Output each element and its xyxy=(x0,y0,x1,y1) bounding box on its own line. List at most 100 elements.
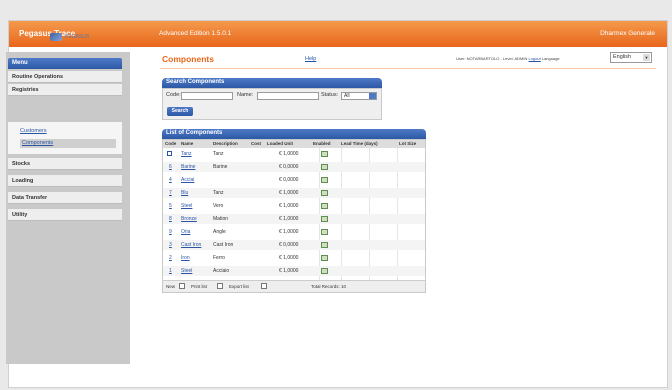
table-row[interactable]: 10 Tanz Tanz € 1,0000 xyxy=(163,149,425,159)
row-name[interactable]: Cast Iron xyxy=(181,242,201,248)
table-row[interactable]: 8 Bronze Mation € 1,0000 xyxy=(163,214,425,224)
new-link[interactable]: New xyxy=(166,284,175,289)
edit-icon[interactable] xyxy=(321,242,328,248)
pegasus-logo-icon xyxy=(50,33,62,41)
export-link[interactable]: Export list xyxy=(229,284,249,289)
sidebar-subitem-components[interactable]: Components xyxy=(20,139,116,148)
chevron-down-icon xyxy=(369,93,376,99)
row-cost: € 0,0000 xyxy=(279,242,299,248)
print-link[interactable]: Print list xyxy=(191,284,207,289)
col-name: Name xyxy=(181,141,194,146)
table-row[interactable]: 6 Barine Barine € 0,0000 xyxy=(163,162,425,172)
row-cost: € 0,0000 xyxy=(279,164,299,170)
col-description: Description xyxy=(213,141,238,146)
user-info: User: NOTARBARTOLO - Level: ADMIN Logout… xyxy=(456,56,560,61)
edit-icon[interactable] xyxy=(321,177,328,183)
search-panel-title: Search Components xyxy=(162,78,382,88)
status-label: Status: xyxy=(321,92,339,98)
company-name: Dharmex Generale xyxy=(600,30,655,37)
edit-icon[interactable] xyxy=(321,151,328,157)
row-code[interactable]: 3 xyxy=(169,242,172,248)
page-title: Components xyxy=(162,54,214,64)
row-description: Cast Iron xyxy=(213,242,234,248)
table-footer: New Print list Export list Total Records… xyxy=(163,280,425,292)
export-icon[interactable] xyxy=(261,283,267,289)
status-select[interactable]: All xyxy=(341,92,377,100)
row-name[interactable]: Barine xyxy=(181,164,195,170)
table-row[interactable]: 5 Steel Vero € 1,0000 xyxy=(163,201,425,211)
row-code[interactable]: 7 xyxy=(169,190,172,196)
registries-submenu: Customers Components xyxy=(8,122,122,154)
row-cost: € 0,0000 xyxy=(279,177,299,183)
col-cost: Cost xyxy=(251,141,261,146)
row-code[interactable]: 6 xyxy=(169,164,172,170)
edit-icon[interactable] xyxy=(321,164,328,170)
sidebar-item-utility[interactable]: Utility xyxy=(8,209,122,221)
row-name[interactable]: Acciai xyxy=(181,177,194,183)
table-row[interactable]: 3 Cast Iron Cast Iron € 0,0000 xyxy=(163,240,425,250)
new-icon[interactable] xyxy=(179,283,185,289)
sidebar-item-routine-operations[interactable]: Routine Operations xyxy=(8,71,122,83)
row-description: Acciaio xyxy=(213,268,230,274)
edit-icon[interactable] xyxy=(321,229,328,235)
row-name[interactable]: Bronze xyxy=(181,216,197,222)
sidebar-item-data-transfer[interactable]: Data Transfer xyxy=(8,192,122,204)
row-code[interactable]: 9 xyxy=(169,229,172,235)
row-code[interactable]: 5 xyxy=(169,203,172,209)
table-row[interactable]: 9 Oria Angle € 1,0000 xyxy=(163,227,425,237)
row-cost: € 1,0000 xyxy=(279,151,299,157)
chevron-down-icon: ▼ xyxy=(643,54,650,61)
row-code[interactable]: 8 xyxy=(169,216,172,222)
row-name[interactable]: Steel xyxy=(181,203,192,209)
name-input[interactable] xyxy=(257,92,319,100)
edit-icon[interactable] xyxy=(321,216,328,222)
help-link[interactable]: Help xyxy=(305,56,316,62)
table-row[interactable]: 7 Blu Tanz € 1,0000 xyxy=(163,188,425,198)
row-cost: € 1,0000 xyxy=(279,203,299,209)
edit-icon[interactable] xyxy=(321,268,328,274)
row-code[interactable]: 1 xyxy=(169,268,172,274)
row-code[interactable]: 4 xyxy=(169,177,172,183)
sidebar-item-stocks[interactable]: Stocks xyxy=(8,158,122,170)
edit-icon[interactable] xyxy=(321,203,328,209)
top-bar: Pegasus Trace Advanced Edition 1.5.0.1 D… xyxy=(9,21,667,47)
user-text: User: NOTARBARTOLO - Level: ADMIN xyxy=(456,56,528,61)
col-loaded-unit: Loaded Unit xyxy=(267,141,293,146)
table-row[interactable]: 4 Acciai € 0,0000 xyxy=(163,175,425,185)
table-row[interactable]: 2 Iron Ferro € 1,0000 xyxy=(163,253,425,263)
menu-header: Menu xyxy=(8,58,122,69)
row-name[interactable]: Tanz xyxy=(181,151,192,157)
code-input[interactable] xyxy=(181,92,233,100)
row-cost: € 1,0000 xyxy=(279,190,299,196)
row-name[interactable]: Iron xyxy=(181,255,190,261)
code-label: Code: xyxy=(166,92,181,98)
row-description: Vero xyxy=(213,203,224,209)
sidebar-item-loading[interactable]: Loading xyxy=(8,175,122,187)
table-row[interactable]: 1 Steel Acciaio € 1,0000 xyxy=(163,266,425,276)
logo-text: PEGASUS xyxy=(65,34,90,40)
col-code: Code xyxy=(165,141,177,146)
app-edition: Advanced Edition 1.5.0.1 xyxy=(159,30,232,37)
row-name[interactable]: Oria xyxy=(181,229,190,235)
edit-icon[interactable] xyxy=(321,190,328,196)
row-name[interactable]: Steel xyxy=(181,268,192,274)
row-description: Barine xyxy=(213,164,228,170)
logout-link[interactable]: Logout xyxy=(528,56,540,61)
search-panel: Code: Name: Status: All Search xyxy=(162,88,382,120)
components-table: Code Name Description Cost Loaded Unit E… xyxy=(162,139,426,293)
edit-icon[interactable] xyxy=(321,255,328,261)
status-value: All xyxy=(344,93,350,99)
row-name[interactable]: Blu xyxy=(181,190,188,196)
language-value: English xyxy=(613,54,632,60)
sidebar xyxy=(6,52,130,364)
logo: PEGASUS xyxy=(50,33,89,41)
row-code[interactable]: 2 xyxy=(169,255,172,261)
printer-icon[interactable] xyxy=(217,283,223,289)
sidebar-item-registries[interactable]: Registries xyxy=(8,84,122,96)
sidebar-subitem-customers[interactable]: Customers xyxy=(20,128,47,134)
search-button[interactable]: Search xyxy=(167,107,193,116)
language-select[interactable]: English ▼ xyxy=(610,52,652,63)
list-panel-title: List of Components xyxy=(162,129,426,139)
row-description: Ferro xyxy=(213,255,225,261)
header-divider xyxy=(160,68,656,69)
